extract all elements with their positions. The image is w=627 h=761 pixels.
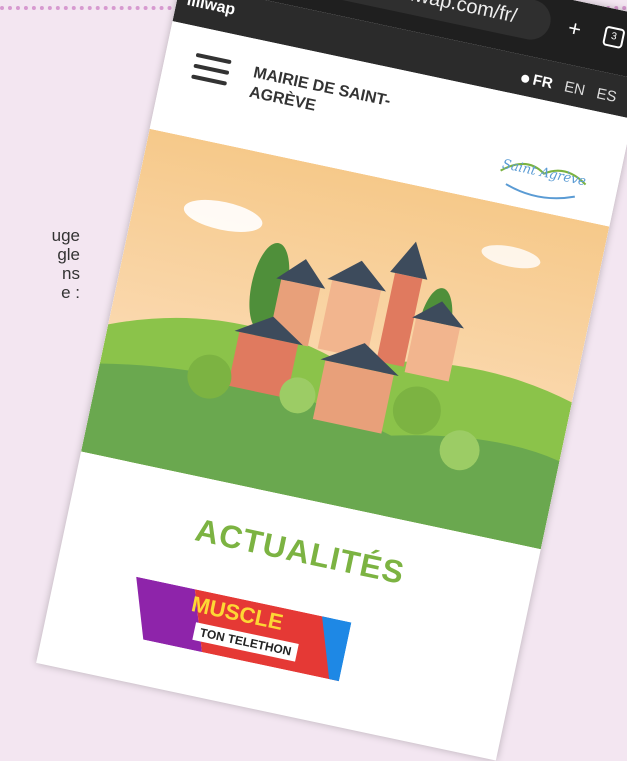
site-title: MAIRIE DE SAINT-AGRÈVE: [247, 64, 392, 115]
phone-screenshot: station.illiwap.com/fr/ + 3 illiwap FR E…: [36, 0, 627, 761]
new-tab-icon[interactable]: +: [563, 15, 587, 42]
cropped-side-text: uge gle ns e :: [0, 226, 80, 302]
side-text-line: uge: [51, 226, 80, 245]
lang-fr-label: FR: [531, 71, 555, 93]
telethon-banner[interactable]: MUSCLE TON TELETHON: [124, 576, 352, 682]
side-text-line: ns: [62, 264, 80, 283]
side-text-line: gle: [57, 245, 80, 264]
lang-en[interactable]: EN: [563, 78, 587, 99]
illiwap-logo: illiwap: [185, 0, 237, 19]
lang-fr[interactable]: FR: [512, 67, 555, 93]
menu-icon[interactable]: [190, 52, 232, 93]
active-dot-icon: [520, 73, 530, 84]
side-text-line: e :: [61, 283, 80, 302]
tabs-count-icon[interactable]: 3: [601, 25, 626, 50]
lang-es[interactable]: ES: [595, 85, 618, 106]
